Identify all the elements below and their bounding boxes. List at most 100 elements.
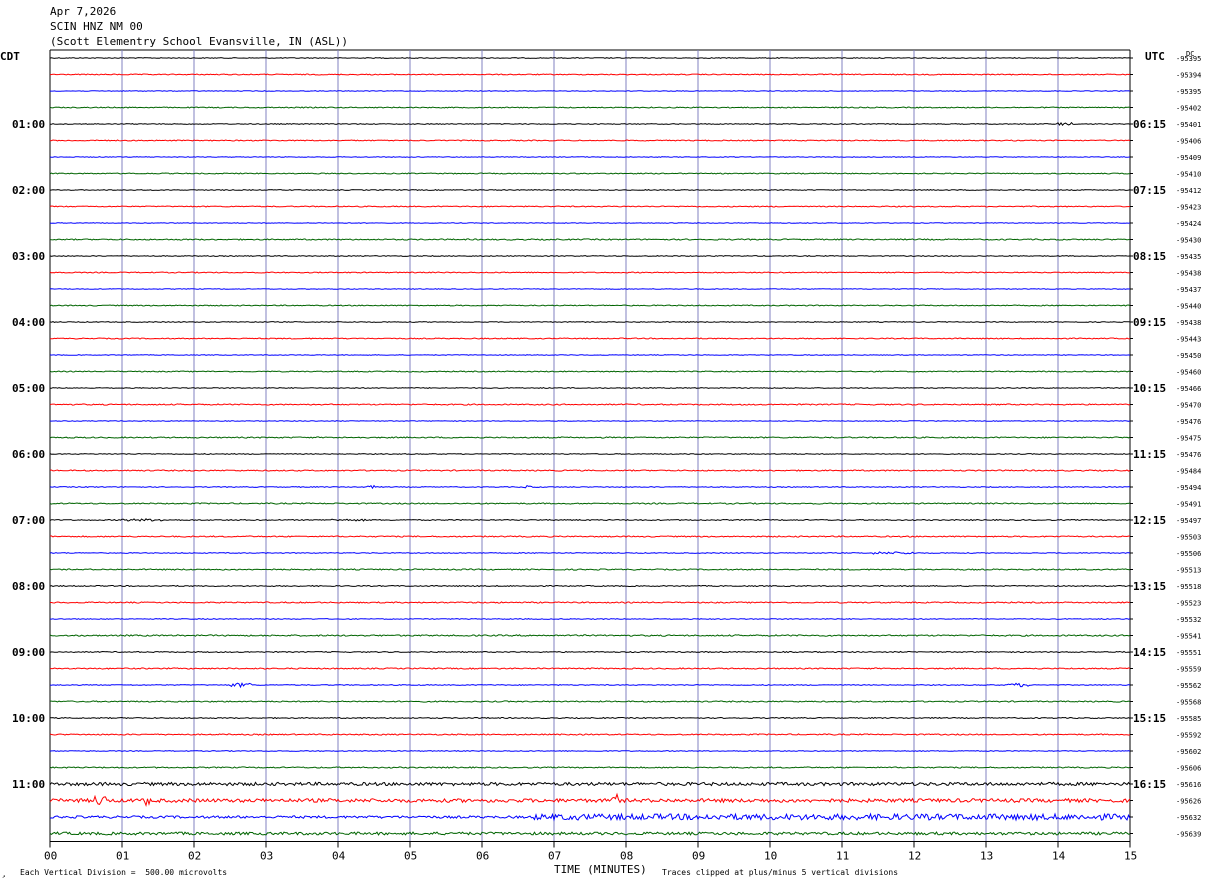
dc-offset-label: -95438 — [1176, 319, 1201, 327]
trace-row — [49, 57, 1131, 59]
trace-row — [49, 238, 1131, 241]
cdt-time-label: 02:00 — [12, 184, 45, 197]
trace-row — [49, 584, 1130, 588]
dc-offset-label: -95518 — [1176, 583, 1201, 591]
dc-offset-label: -95626 — [1176, 798, 1201, 806]
x-tick-label: 06 — [476, 850, 489, 863]
dc-offset-label: -95491 — [1176, 501, 1201, 509]
dc-offset-label: -95476 — [1176, 418, 1201, 426]
trace-row — [49, 781, 1131, 787]
trace-row — [49, 484, 1131, 490]
scale-note: Each Vertical Division = 500.00 microvol… — [20, 868, 227, 877]
trace-row — [49, 337, 1131, 340]
x-tick-label: 14 — [1052, 850, 1066, 863]
cdt-time-label: 07:00 — [12, 514, 45, 527]
x-tick-label: 09 — [692, 850, 705, 863]
trace-row — [49, 354, 1131, 356]
dc-offset-label: -95513 — [1176, 567, 1201, 575]
trace-row — [49, 222, 1131, 224]
trace-row — [50, 90, 1131, 92]
trace-row — [49, 321, 1131, 323]
dc-offset-label: -95412 — [1176, 187, 1201, 195]
dc-offset-label: -95602 — [1176, 748, 1201, 756]
cdt-time-label: 04:00 — [12, 316, 45, 329]
trace-row — [49, 453, 1131, 455]
dc-offset-label: -95402 — [1176, 105, 1201, 113]
dc-offset-label: -95551 — [1176, 649, 1201, 657]
dc-offset-label: -95406 — [1176, 138, 1201, 146]
dc-offset-label: -95484 — [1176, 468, 1201, 476]
dc-offset-label: -95606 — [1176, 765, 1201, 773]
trace-row — [49, 469, 1131, 472]
utc-time-label: 06:15 — [1133, 118, 1166, 131]
clip-note: Traces clipped at plus/minus 5 vertical … — [662, 868, 898, 877]
trace-row — [49, 387, 1131, 389]
trace-row — [50, 716, 1131, 720]
trace-row — [49, 750, 1131, 752]
trace-row — [49, 502, 1131, 505]
dc-offset-label: -95476 — [1176, 451, 1201, 459]
dc-offset-label: -95430 — [1176, 237, 1201, 245]
dc-offset-label: -95466 — [1176, 385, 1201, 393]
dc-offset-label: -95559 — [1176, 666, 1201, 674]
dc-offset-label: -95435 — [1176, 253, 1201, 261]
dc-label: DC — [1186, 50, 1194, 58]
x-tick-label: 04 — [332, 850, 346, 863]
axis-labels: 00 01 02 03 04 05 06 07 08 09 10 11 12 13 14 15 -95395 -9… — [12, 55, 1201, 863]
dc-offset-label: -95562 — [1176, 682, 1201, 690]
cdt-time-label: 01:00 — [12, 118, 45, 131]
dc-offset-label: -95503 — [1176, 534, 1201, 542]
trace-row — [49, 682, 1131, 689]
cdt-time-label: 10:00 — [12, 712, 45, 725]
dc-offset-label: -95568 — [1176, 699, 1201, 707]
trace-row — [49, 650, 1131, 654]
grid-lines — [49, 49, 1133, 848]
x-tick-label: 01 — [116, 850, 129, 863]
trace-row — [49, 535, 1131, 538]
utc-time-label: 11:15 — [1133, 448, 1166, 461]
trace-row — [49, 139, 1131, 142]
cdt-time-label: 11:00 — [12, 778, 45, 791]
trace-row — [49, 766, 1131, 769]
trace-row — [49, 189, 1131, 191]
trace-row — [49, 106, 1131, 109]
trace-row — [49, 73, 1131, 76]
trace-row — [49, 172, 1131, 175]
x-axis-title: TIME (MINUTES) — [554, 863, 647, 876]
dc-offset-label: -95443 — [1176, 336, 1201, 344]
utc-time-label: 10:15 — [1133, 382, 1166, 395]
x-tick-label: 10 — [764, 850, 777, 863]
x-tick-label: 02 — [188, 850, 201, 863]
cdt-time-label: 09:00 — [12, 646, 45, 659]
utc-time-label: 14:15 — [1133, 646, 1166, 659]
trace-row — [49, 205, 1131, 208]
trace-row — [49, 792, 1131, 807]
dc-offset-label: -95450 — [1176, 352, 1201, 360]
trace-row — [49, 733, 1131, 736]
x-tick-label: 03 — [260, 850, 273, 863]
trace-row — [49, 288, 1131, 290]
dc-offset-label: -95395 — [1176, 88, 1201, 96]
trace-row — [50, 618, 1131, 620]
dc-offset-label: -95541 — [1176, 633, 1201, 641]
utc-time-label: 09:15 — [1133, 316, 1166, 329]
utc-time-label: 08:15 — [1133, 250, 1166, 263]
dc-offset-label: -95616 — [1176, 781, 1201, 789]
dc-offset-label: -95409 — [1176, 154, 1201, 162]
x-tick-label: 13 — [980, 850, 993, 863]
utc-axis-label: UTC — [1145, 50, 1165, 63]
x-tick-label: 07 — [548, 850, 561, 863]
dc-offset-label: -95437 — [1176, 286, 1201, 294]
dc-offset-label: -95497 — [1176, 517, 1201, 525]
dc-offset-label: -95475 — [1176, 435, 1201, 443]
dc-offset-label: -95592 — [1176, 732, 1201, 740]
corner-mark: ↗ — [2, 873, 6, 880]
x-tick-label: 05 — [404, 850, 417, 863]
trace-row — [49, 436, 1131, 439]
trace-row — [49, 831, 1131, 836]
utc-time-label: 15:15 — [1133, 712, 1166, 725]
trace-row — [49, 518, 1131, 522]
helicorder-plot: 00 01 02 03 04 05 06 07 08 09 10 11 12 13 14 15 -95395 -9… — [0, 49, 1201, 880]
dc-offset-label: -95460 — [1176, 369, 1201, 377]
dc-offset-label: -95506 — [1176, 550, 1201, 558]
